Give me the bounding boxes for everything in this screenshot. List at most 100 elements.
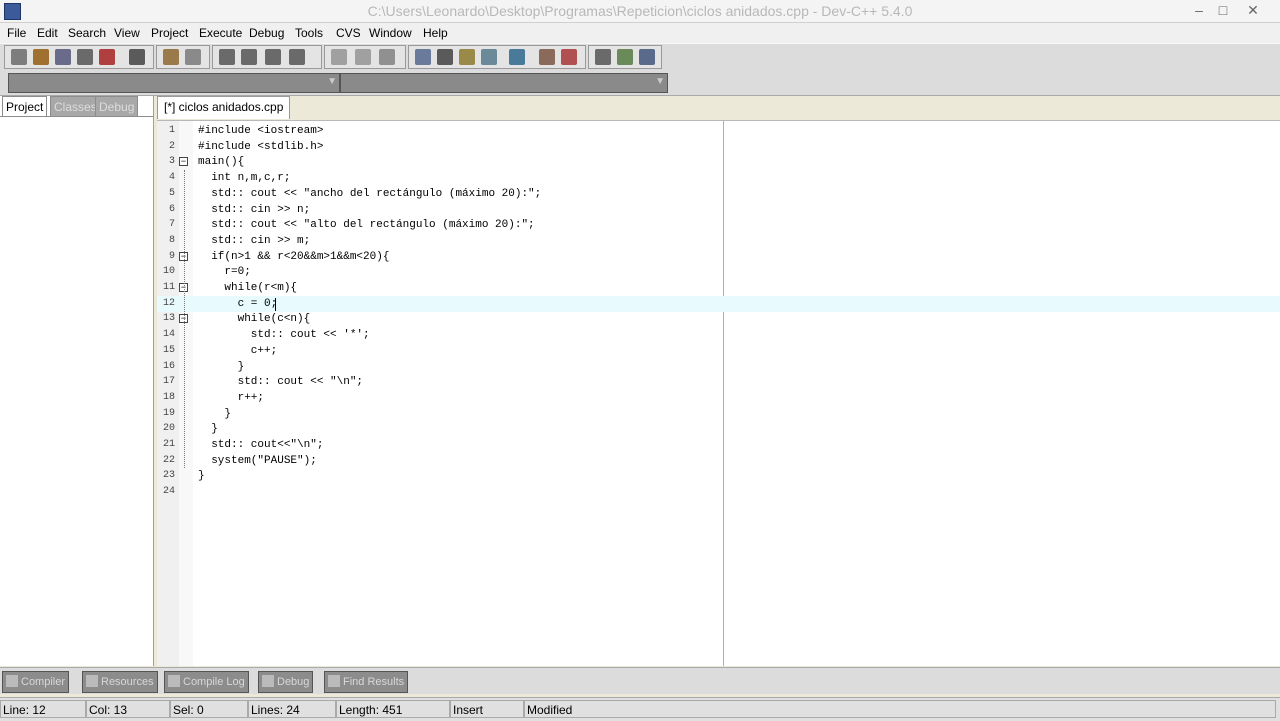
- code-text: }: [198, 470, 205, 483]
- code-text: system("PAUSE");: [198, 454, 317, 467]
- code-line[interactable]: 14 std:: cout << '*';: [157, 327, 1280, 343]
- profile-icon[interactable]: [539, 49, 555, 65]
- code-line[interactable]: 24: [157, 484, 1280, 500]
- goto-line-icon[interactable]: [289, 49, 305, 65]
- compile-run-icon[interactable]: [459, 49, 475, 65]
- tab-find-results[interactable]: Find Results: [324, 671, 409, 693]
- print-icon[interactable]: [129, 49, 145, 65]
- code-line[interactable]: 22 system("PAUSE");: [157, 453, 1280, 469]
- line-number: 17: [162, 376, 175, 388]
- code-line[interactable]: 19 }: [157, 406, 1280, 422]
- code-line[interactable]: 20 }: [157, 421, 1280, 437]
- code-line[interactable]: 10 r=0;: [157, 264, 1280, 280]
- code-line[interactable]: 9− if(n>1 && r<20&&m>1&&m<20){: [157, 249, 1280, 265]
- line-number: 23: [162, 470, 175, 482]
- find-icon[interactable]: [219, 49, 235, 65]
- indent-toolbar-group: [324, 45, 406, 69]
- save-icon[interactable]: [55, 49, 71, 65]
- code-editor[interactable]: 1 #include <iostream> 2 #include <stdlib.h>…: [157, 120, 1280, 666]
- new-file-icon[interactable]: [11, 49, 27, 65]
- undo-icon[interactable]: [163, 49, 179, 65]
- code-text: std:: cout << "alto del rectángulo (máxi…: [198, 219, 535, 232]
- line-number: 11: [162, 282, 175, 293]
- fold-toggle-icon[interactable]: −: [179, 157, 188, 167]
- maximize-icon[interactable]: □: [1212, 2, 1234, 19]
- line-number: 19: [162, 407, 175, 419]
- tab-classes[interactable]: Classes: [50, 96, 101, 117]
- code-line[interactable]: 2 #include <stdlib.h>: [157, 139, 1280, 155]
- new-project-icon[interactable]: [595, 49, 611, 65]
- code-line[interactable]: 4 int n,m,c,r;: [157, 170, 1280, 186]
- rebuild-icon[interactable]: [481, 49, 497, 65]
- status-line: Line: 12: [0, 700, 86, 718]
- replace-icon[interactable]: [241, 49, 257, 65]
- code-line[interactable]: 3− main(){: [157, 154, 1280, 170]
- code-line[interactable]: 18 r++;: [157, 390, 1280, 406]
- menu-file[interactable]: File: [7, 26, 26, 40]
- resources-icon: [86, 675, 98, 687]
- tab-debug-output-label: Debug: [277, 676, 310, 688]
- menu-search[interactable]: Search: [68, 26, 106, 40]
- code-line[interactable]: 5 std:: cout << "ancho del rectángulo (m…: [157, 186, 1280, 202]
- open-file-icon[interactable]: [33, 49, 49, 65]
- menu-view[interactable]: View: [114, 26, 140, 40]
- code-line[interactable]: 7 std:: cout << "alto del rectángulo (má…: [157, 217, 1280, 233]
- tab-resources-label: Resources: [101, 676, 154, 688]
- menu-help[interactable]: Help: [423, 26, 448, 40]
- indent-icon[interactable]: [331, 49, 347, 65]
- title-bar: C:\Users\Leonardo\Desktop\Programas\Repe…: [0, 0, 1280, 23]
- code-text: int n,m,c,r;: [198, 172, 291, 185]
- status-bar: Line: 12 Col: 13 Sel: 0 Lines: 24 Length…: [0, 697, 1280, 721]
- find-results-icon: [328, 675, 340, 687]
- tab-compiler-label: Compiler: [21, 676, 66, 688]
- compiler-select[interactable]: ▼: [8, 73, 340, 93]
- tab-compiler[interactable]: Compiler: [2, 671, 70, 693]
- code-line[interactable]: 21 std:: cout<<"\n";: [157, 437, 1280, 453]
- menu-debug[interactable]: Debug: [249, 26, 284, 40]
- remove-from-project-icon[interactable]: [639, 49, 655, 65]
- line-number: 9: [168, 250, 175, 262]
- code-line[interactable]: 15 c++;: [157, 343, 1280, 359]
- line-number: 4: [168, 172, 175, 184]
- menu-edit[interactable]: Edit: [37, 26, 58, 40]
- code-line[interactable]: 6 std:: cin >> n;: [157, 202, 1280, 218]
- menu-project[interactable]: Project: [151, 26, 188, 40]
- tab-project[interactable]: Project: [2, 96, 48, 117]
- debug-icon[interactable]: [561, 49, 577, 65]
- code-line[interactable]: 11− while(r<m){: [157, 280, 1280, 296]
- menu-tools[interactable]: Tools: [295, 26, 323, 40]
- code-line[interactable]: 17 std:: cout << "\n";: [157, 374, 1280, 390]
- run-icon[interactable]: [437, 49, 453, 65]
- tab-compile-log[interactable]: Compile Log: [164, 671, 249, 693]
- redo-icon[interactable]: [185, 49, 201, 65]
- minimize-icon[interactable]: –: [1188, 2, 1210, 19]
- close-icon[interactable]: ✕: [1242, 2, 1264, 19]
- code-line[interactable]: 12 c = 0;: [157, 295, 1280, 312]
- compile-icon[interactable]: [415, 49, 431, 65]
- menu-execute[interactable]: Execute: [199, 26, 242, 40]
- close-file-icon[interactable]: [99, 49, 115, 65]
- menu-cvs[interactable]: CVS: [336, 26, 361, 40]
- syntax-check-icon[interactable]: [509, 49, 525, 65]
- toggle-comment-icon[interactable]: [379, 49, 395, 65]
- tab-debug[interactable]: Debug: [95, 96, 139, 117]
- tab-ciclos-anidados[interactable]: [*] ciclos anidados.cpp: [157, 96, 291, 119]
- code-line[interactable]: 16 }: [157, 359, 1280, 375]
- function-select[interactable]: ▼: [340, 73, 668, 93]
- find-next-icon[interactable]: [265, 49, 281, 65]
- code-line[interactable]: 13− while(c<n){: [157, 311, 1280, 327]
- code-line[interactable]: 1 #include <iostream>: [157, 123, 1280, 139]
- tab-resources[interactable]: Resources: [82, 671, 158, 693]
- code-text: std:: cout << '*';: [198, 329, 370, 342]
- status-col: Col: 13: [86, 700, 170, 718]
- menu-window[interactable]: Window: [369, 26, 412, 40]
- code-line[interactable]: 23}: [157, 468, 1280, 484]
- add-to-project-icon[interactable]: [617, 49, 633, 65]
- unindent-icon[interactable]: [355, 49, 371, 65]
- line-number: 16: [162, 360, 175, 372]
- tab-debug-output[interactable]: Debug: [258, 671, 314, 693]
- line-number: 6: [168, 203, 175, 215]
- line-number: 21: [162, 439, 175, 450]
- save-all-icon[interactable]: [77, 49, 93, 65]
- code-line[interactable]: 8 std:: cin >> m;: [157, 233, 1280, 249]
